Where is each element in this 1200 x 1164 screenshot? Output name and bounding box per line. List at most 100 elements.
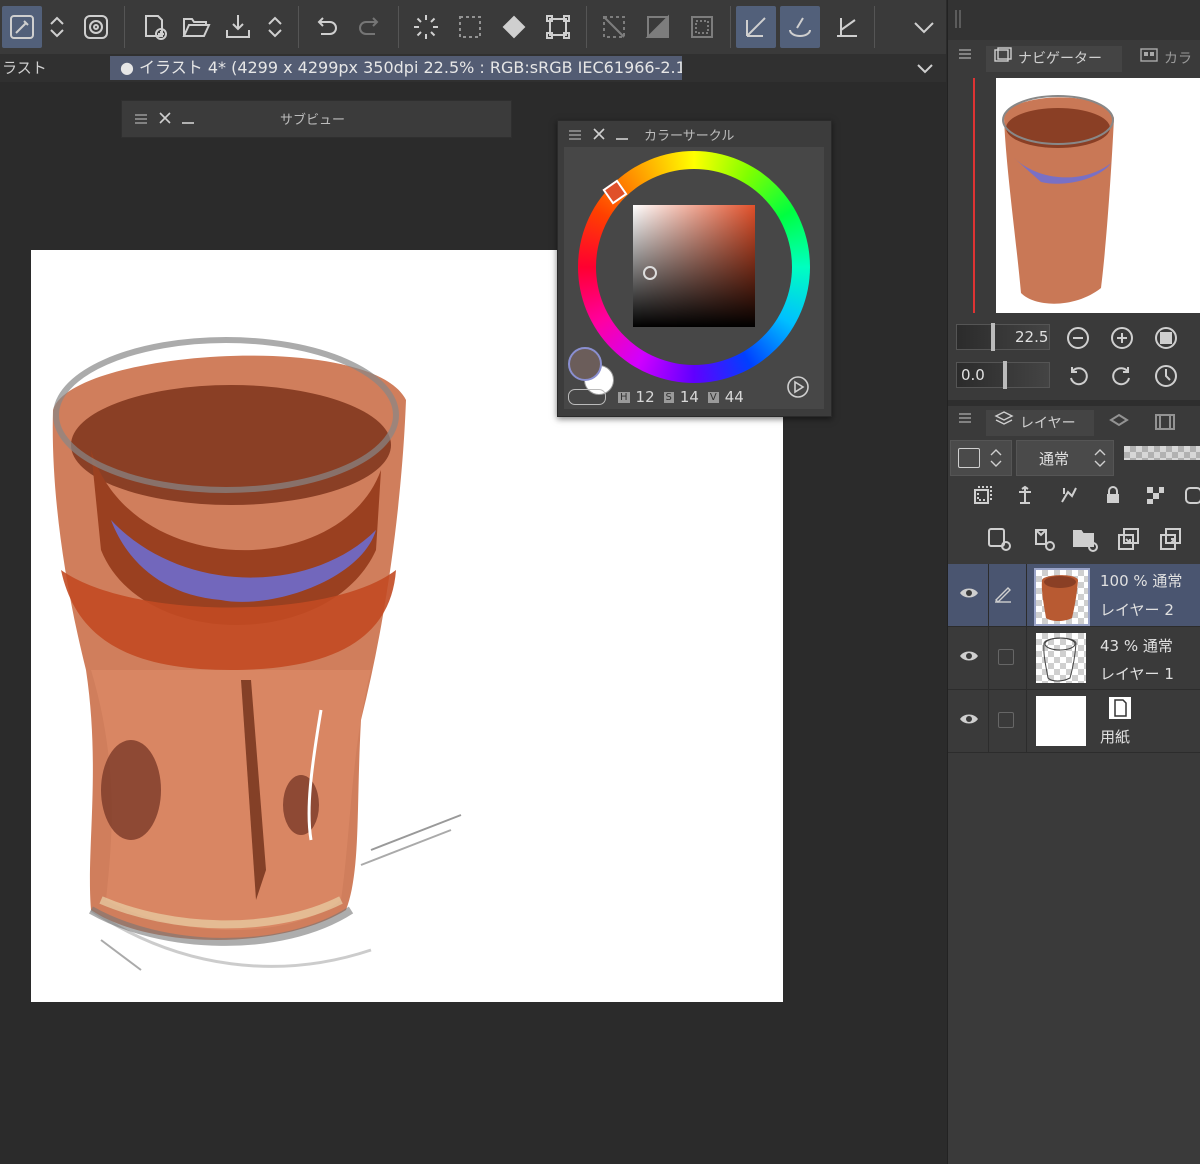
merge-to-lower-layer-icon[interactable] [1158,526,1184,556]
new-vector-layer-icon[interactable] [1030,526,1056,556]
dock-grip-icon[interactable] [954,8,964,34]
layer-opacity-slider[interactable] [1124,446,1200,460]
layer-select-checkbox[interactable] [998,649,1014,665]
close-icon[interactable] [158,110,172,129]
mask-layer-icon[interactable] [1184,484,1200,510]
zoom-in-icon[interactable] [1110,326,1134,354]
layer-row[interactable]: 用紙 [948,690,1200,753]
selection-border-icon[interactable] [682,6,722,48]
selection-marquee-icon[interactable] [450,6,490,48]
close-icon[interactable] [592,126,606,145]
transfer-to-lower-layer-icon[interactable] [1116,526,1142,556]
redo-icon[interactable] [350,6,390,48]
tab-list-chevron-icon[interactable] [912,56,938,80]
paper-layer-icon [1108,696,1132,724]
zoom-slider[interactable]: 22.5 [956,323,1050,351]
layer-opacity-mode: 43 % 通常 [1100,637,1173,655]
layer-list: 100 % 通常 レイヤー 2 43 % 通常 レイヤー 1 用紙 [948,564,1200,1164]
rotation-slider[interactable]: 0.0 [956,361,1050,389]
layer-row[interactable]: 43 % 通常 レイヤー 1 [948,627,1200,690]
edit-pen-icon[interactable] [992,582,1014,608]
brush-snap-icon[interactable] [780,6,820,48]
layer-name[interactable]: 用紙 [1100,726,1130,747]
perspective-ruler-icon[interactable] [826,6,866,48]
color-mode-play-icon[interactable] [786,375,810,403]
s-value[interactable]: 14 [680,388,702,406]
layers-title: レイヤー [1020,415,1076,432]
layer-row[interactable]: 100 % 通常 レイヤー 2 [948,564,1200,627]
blend-mode-select[interactable]: 通常 [1016,440,1114,476]
new-file-icon[interactable] [134,6,174,48]
rotation-slider-handle[interactable] [1003,361,1007,389]
panel-menu-icon[interactable] [958,410,972,429]
tool-switch-chevrons-icon[interactable] [40,6,74,48]
clip-studio-logo-icon[interactable] [76,6,116,48]
layers-icon [994,410,1014,437]
zoom-out-icon[interactable] [1066,326,1090,354]
panel-menu-icon[interactable] [134,111,148,130]
file-menu-chevrons-icon[interactable] [258,6,292,48]
fit-to-view-icon[interactable] [1154,326,1178,354]
sv-picker-handle[interactable] [643,266,657,280]
transparent-color-toggle-icon[interactable] [568,389,606,405]
tab-layers[interactable]: レイヤー [986,410,1094,436]
s-label: S [663,391,674,403]
undo-icon[interactable] [306,6,346,48]
panel-menu-icon[interactable] [958,46,972,65]
lock-layer-icon[interactable] [1102,484,1124,510]
visibility-eye-icon[interactable] [958,645,980,671]
fill-bucket-icon[interactable] [494,6,534,48]
visibility-eye-icon[interactable] [958,582,980,608]
layer-thumbnail [1036,696,1086,746]
tab-active-document[interactable]: ● イラスト 4* (4299 x 4299px 350dpi 22.5% : … [110,56,682,80]
rotation-value: 0.0 [961,366,985,384]
subview-panel: サブビュー [121,100,512,138]
color-circle-panel: カラーサークル H 12 S 14 V 44 [557,120,832,417]
deselect-icon[interactable] [594,6,634,48]
layer-name[interactable]: レイヤー 1 [1100,663,1174,684]
main-color-swatch[interactable] [568,347,602,381]
layer-name[interactable]: レイヤー 2 [1100,599,1174,620]
new-raster-layer-icon[interactable] [986,526,1012,556]
lock-transparency-icon[interactable] [1144,484,1166,510]
invert-selection-icon[interactable] [638,6,678,48]
ruler-snap-icon[interactable] [736,6,776,48]
layer-select-checkbox[interactable] [998,712,1014,728]
color-set-icon [1140,46,1158,72]
v-value[interactable]: 44 [725,388,747,406]
draft-layer-icon[interactable] [1058,484,1080,510]
reference-layer-icon[interactable] [1014,484,1036,510]
h-value[interactable]: 12 [636,388,658,406]
main-toolbar [0,0,946,55]
minimize-icon[interactable] [181,110,195,129]
tab-navigator[interactable]: ナビゲーター [986,46,1122,72]
layer-thumbnail [1036,633,1086,683]
visibility-eye-icon[interactable] [958,708,980,734]
new-layer-folder-icon[interactable] [1072,526,1098,556]
rotate-right-icon[interactable] [1110,364,1134,392]
eyedropper-tool-icon[interactable] [2,6,42,48]
minimize-icon[interactable] [615,126,629,145]
loading-spinner-icon[interactable] [406,6,446,48]
navigator-preview[interactable] [996,78,1200,313]
rotate-left-icon[interactable] [1066,364,1090,392]
panel-menu-icon[interactable] [568,127,582,146]
tab-color-set[interactable]: カラ [1128,46,1200,72]
layer-property-tab-icon[interactable] [1108,412,1130,436]
save-icon[interactable] [218,6,258,48]
transform-icon[interactable] [538,6,578,48]
clip-to-layer-below-icon[interactable] [972,484,994,510]
toolbar-expand-chevron-icon[interactable] [904,6,944,48]
h-label: H [618,391,630,403]
animation-tab-icon[interactable] [1154,412,1176,436]
reset-rotation-icon[interactable] [1154,364,1178,392]
zoom-value: 22.5 [1015,328,1049,346]
navigator-icon [994,46,1012,72]
blend-mode-value: 通常 [1039,450,1070,468]
expression-color-select[interactable] [950,440,1012,476]
layer-thumbnail [1034,568,1090,626]
color-circle-title: カラーサークル [644,129,735,144]
zoom-slider-handle[interactable] [991,323,995,351]
open-folder-icon[interactable] [176,6,216,48]
tab-previous-document[interactable]: ラスト [0,54,110,82]
